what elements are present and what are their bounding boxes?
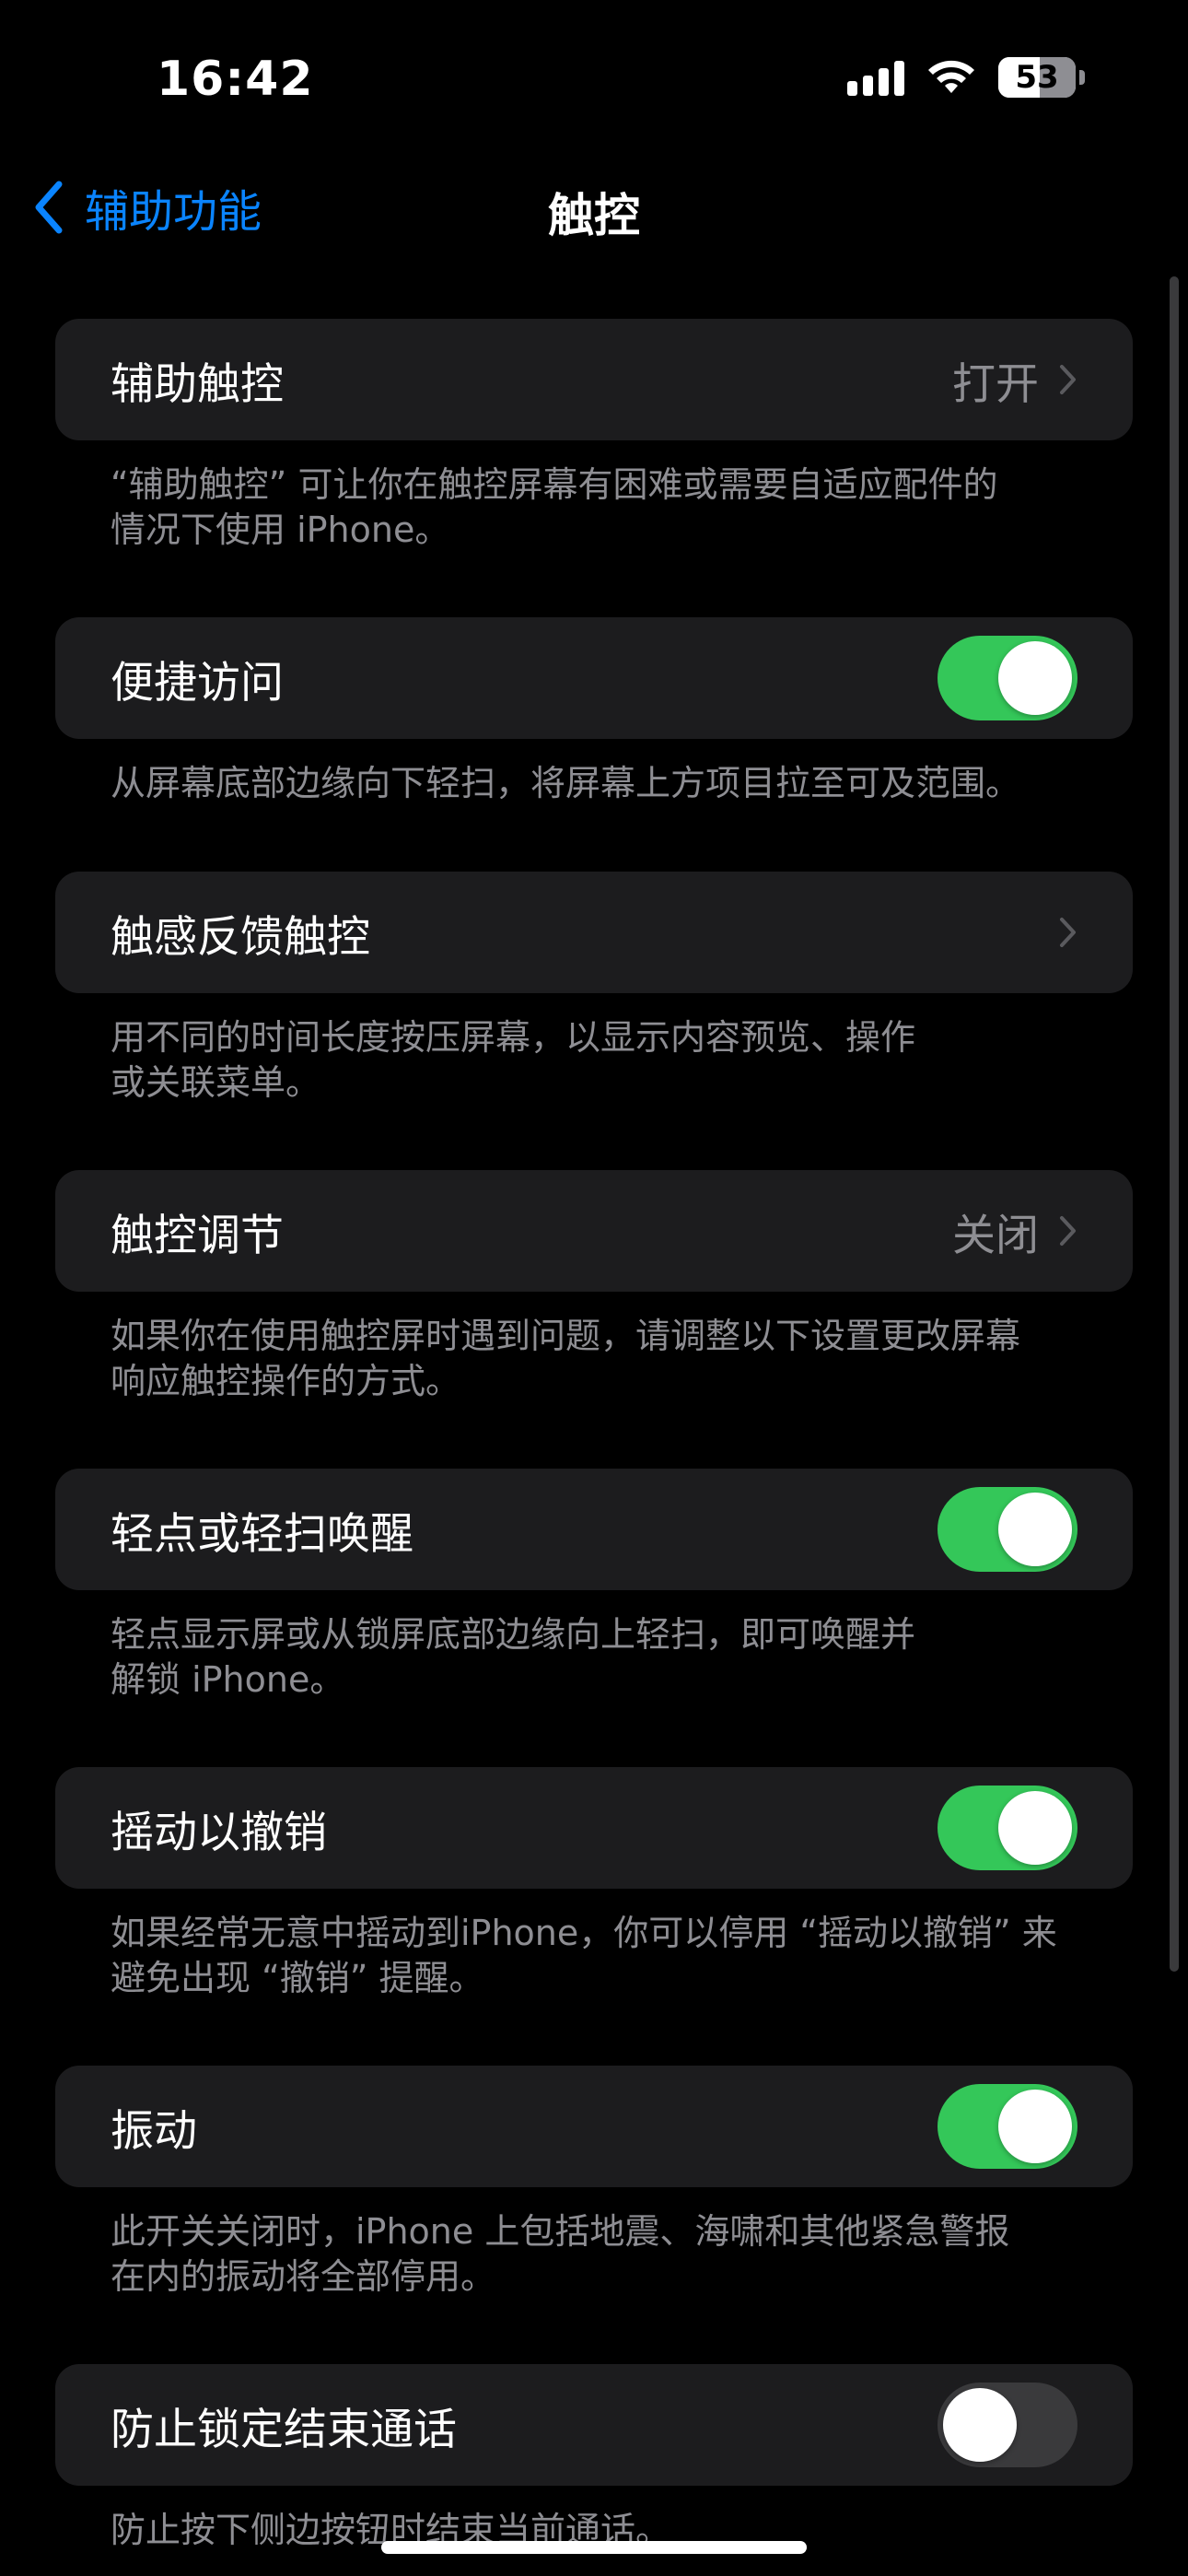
row-label: 便捷访问 — [111, 657, 284, 708]
battery-icon: 53 — [998, 57, 1076, 98]
status-time: 16:42 — [157, 52, 314, 107]
row-label: 防止锁定结束通话 — [111, 2404, 457, 2455]
touch-accommodations-row[interactable]: 触控调节 关闭 — [55, 1170, 1133, 1292]
home-indicator[interactable] — [381, 2541, 807, 2554]
group-touch-accommodations: 触控调节 关闭 如果你在使用触控屏时遇到问题，请调整以下设置更改屏幕 响应触控操… — [55, 1170, 1133, 1469]
footer-line: 如果经常无意中摇动到iPhone，你可以停用 “摇动以撤销” 来 — [111, 1913, 1057, 1953]
toggle-knob — [998, 641, 1072, 715]
footer-line: 响应触控操作的方式。 — [111, 1361, 461, 1401]
chevron-right-icon — [1060, 365, 1076, 394]
row-value: 关闭 — [952, 1210, 1039, 1261]
scrollbar[interactable] — [1170, 276, 1179, 1972]
footer-line: 此开关关闭时，iPhone 上包括地震、海啸和其他紧急警报 — [111, 2211, 1010, 2252]
footer-text: 此开关关闭时，iPhone 上包括地震、海啸和其他紧急警报 在内的振动将全部停用… — [55, 2187, 1133, 2300]
battery-tip — [1079, 70, 1085, 85]
vibration-toggle[interactable] — [938, 2084, 1077, 2169]
group-prevent-lock-end-call: 防止锁定结束通话 防止按下侧边按钮时结束当前通话。 — [55, 2364, 1133, 2553]
footer-line: 在内的振动将全部停用。 — [111, 2256, 496, 2297]
tap-to-wake-row: 轻点或轻扫唤醒 — [55, 1469, 1133, 1590]
footer-line: 用不同的时间长度按压屏幕，以显示内容预览、操作 — [111, 1017, 916, 1058]
row-label: 轻点或轻扫唤醒 — [111, 1508, 413, 1560]
toggle-knob — [998, 2090, 1072, 2163]
footer-line: 从屏幕底部边缘向下轻扫，将屏幕上方项目拉至可及范围。 — [111, 763, 1021, 803]
vibration-row: 振动 — [55, 2066, 1133, 2187]
group-haptic-touch: 触感反馈触控 用不同的时间长度按压屏幕，以显示内容预览、操作 或关联菜单。 — [55, 872, 1133, 1170]
group-reachability: 便捷访问 从屏幕底部边缘向下轻扫，将屏幕上方项目拉至可及范围。 — [55, 617, 1133, 872]
row-label: 辅助触控 — [111, 358, 284, 410]
footer-line: 如果你在使用触控屏时遇到问题，请调整以下设置更改屏幕 — [111, 1316, 1021, 1356]
footer-line: “辅助触控” 可让你在触控屏幕有困难或需要自适应配件的 — [111, 464, 998, 505]
footer-text: 如果经常无意中摇动到iPhone，你可以停用 “摇动以撤销” 来 避免出现 “撤… — [55, 1889, 1133, 2001]
prevent-lock-end-call-toggle[interactable] — [938, 2383, 1077, 2467]
toggle-knob — [998, 1791, 1072, 1865]
footer-line: 解锁 iPhone。 — [111, 1659, 345, 1700]
footer-text: 用不同的时间长度按压屏幕，以显示内容预览、操作 或关联菜单。 — [55, 993, 1133, 1106]
row-label: 触控调节 — [111, 1210, 284, 1261]
footer-line: 或关联菜单。 — [111, 1062, 321, 1103]
footer-text: “辅助触控” 可让你在触控屏幕有困难或需要自适应配件的 情况下使用 iPhone… — [55, 440, 1133, 553]
chevron-right-icon — [1060, 1216, 1076, 1246]
wifi-icon — [928, 60, 974, 93]
footer-text: 轻点显示屏或从锁屏底部边缘向上轻扫，即可唤醒并 解锁 iPhone。 — [55, 1590, 1133, 1703]
shake-to-undo-row: 摇动以撤销 — [55, 1767, 1133, 1889]
toggle-knob — [943, 2388, 1017, 2462]
page-title: 触控 — [548, 189, 640, 242]
settings-list: 辅助触控 打开 “辅助触控” 可让你在触控屏幕有困难或需要自适应配件的 情况下使… — [55, 319, 1133, 2553]
chevron-right-icon — [1060, 918, 1076, 947]
group-vibration: 振动 此开关关闭时，iPhone 上包括地震、海啸和其他紧急警报 在内的振动将全… — [55, 2066, 1133, 2364]
row-label: 摇动以撤销 — [111, 1807, 327, 1858]
footer-line: 避免出现 “撤销” 提醒。 — [111, 1958, 484, 1998]
footer-line: 轻点显示屏或从锁屏底部边缘向上轻扫，即可唤醒并 — [111, 1614, 916, 1655]
footer-line: 情况下使用 iPhone。 — [111, 509, 450, 550]
tap-to-wake-toggle[interactable] — [938, 1487, 1077, 1572]
footer-text: 从屏幕底部边缘向下轻扫，将屏幕上方项目拉至可及范围。 — [55, 739, 1133, 806]
haptic-touch-row[interactable]: 触感反馈触控 — [55, 872, 1133, 993]
group-shake-to-undo: 摇动以撤销 如果经常无意中摇动到iPhone，你可以停用 “摇动以撤销” 来 避… — [55, 1767, 1133, 2066]
status-icons: 53 — [847, 57, 1085, 98]
row-value: 打开 — [952, 358, 1039, 410]
group-assistive-touch: 辅助触控 打开 “辅助触控” 可让你在触控屏幕有困难或需要自适应配件的 情况下使… — [55, 319, 1133, 617]
toggle-knob — [998, 1493, 1072, 1566]
footer-text: 如果你在使用触控屏时遇到问题，请调整以下设置更改屏幕 响应触控操作的方式。 — [55, 1292, 1133, 1404]
group-tap-to-wake: 轻点或轻扫唤醒 轻点显示屏或从锁屏底部边缘向上轻扫，即可唤醒并 解锁 iPhon… — [55, 1469, 1133, 1767]
battery-level: 53 — [1015, 59, 1059, 96]
row-label: 触感反馈触控 — [111, 911, 370, 963]
reachability-toggle[interactable] — [938, 636, 1077, 720]
shake-to-undo-toggle[interactable] — [938, 1786, 1077, 1870]
cellular-signal-icon — [847, 59, 904, 96]
row-label: 振动 — [111, 2105, 197, 2157]
prevent-lock-end-call-row: 防止锁定结束通话 — [55, 2364, 1133, 2486]
assistive-touch-row[interactable]: 辅助触控 打开 — [55, 319, 1133, 440]
reachability-row: 便捷访问 — [55, 617, 1133, 739]
